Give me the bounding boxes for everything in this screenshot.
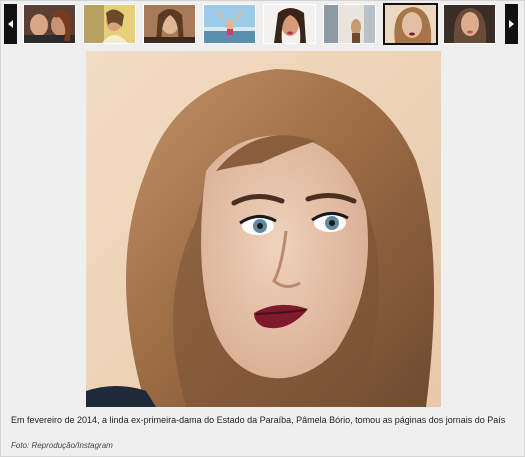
next-button[interactable] [505,4,518,44]
previous-button[interactable] [4,4,17,44]
thumbnail-strip [1,1,524,47]
thumbnail-3[interactable] [143,4,196,44]
thumbnail-7[interactable] [383,3,438,45]
thumbnail-1[interactable] [23,4,76,44]
photo-caption: Em fevereiro de 2014, a linda ex-primeir… [11,415,506,425]
thumbnail-6[interactable] [323,4,376,44]
thumbnail-2[interactable] [83,4,136,44]
chevron-left-icon [7,20,13,28]
photo-gallery: Em fevereiro de 2014, a linda ex-primeir… [0,0,525,457]
main-photo [86,51,441,407]
chevron-right-icon [508,20,514,28]
thumbnail-5[interactable] [263,4,316,44]
photo-credit: Foto: Reprodução/Instagram [11,441,113,450]
thumbnail-8[interactable] [443,4,496,44]
thumbnail-4[interactable] [203,4,256,44]
